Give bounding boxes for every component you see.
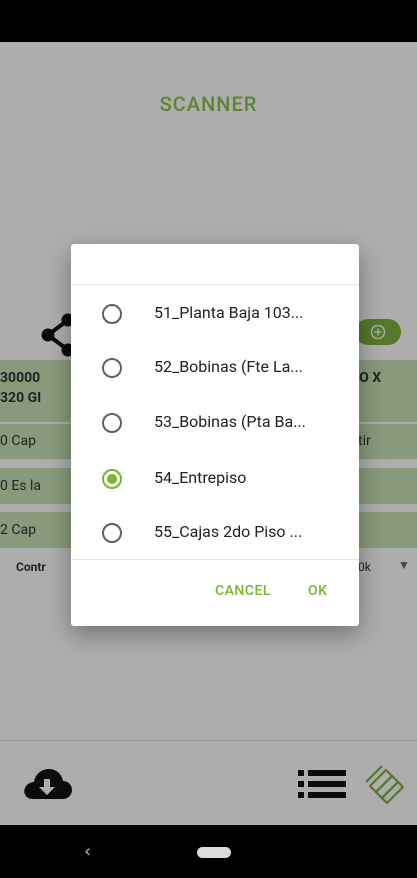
radio-button[interactable] (102, 413, 122, 433)
location-option[interactable]: 53_Bobinas (Pta Ba... (71, 397, 359, 449)
location-option[interactable]: 52_Bobinas (Fte La... (71, 342, 359, 394)
ok-button[interactable]: OK (308, 583, 328, 599)
radio-button-checked[interactable] (102, 469, 122, 489)
divider (71, 284, 359, 285)
option-label: 53_Bobinas (Pta Ba... (154, 412, 306, 431)
option-label: 52_Bobinas (Fte La... (154, 357, 303, 376)
radio-button[interactable] (102, 358, 122, 378)
divider (71, 559, 359, 560)
location-picker-dialog: 51_Planta Baja 103... 52_Bobinas (Fte La… (71, 244, 359, 626)
cancel-button[interactable]: CANCEL (215, 583, 271, 599)
status-bar (0, 0, 417, 42)
back-icon[interactable]: ‹ (84, 841, 91, 862)
location-option[interactable]: 55_Cajas 2do Piso ... (71, 507, 359, 559)
radio-button[interactable] (102, 304, 122, 324)
option-label: 55_Cajas 2do Piso ... (154, 522, 303, 541)
navigation-bar: ‹ (0, 825, 417, 878)
radio-button[interactable] (102, 523, 122, 543)
option-label: 54_Entrepiso (154, 468, 247, 487)
location-option[interactable]: 51_Planta Baja 103... (71, 288, 359, 340)
option-label: 51_Planta Baja 103... (154, 303, 304, 322)
location-option-selected[interactable]: 54_Entrepiso (71, 453, 359, 505)
home-pill-icon[interactable] (197, 847, 231, 858)
